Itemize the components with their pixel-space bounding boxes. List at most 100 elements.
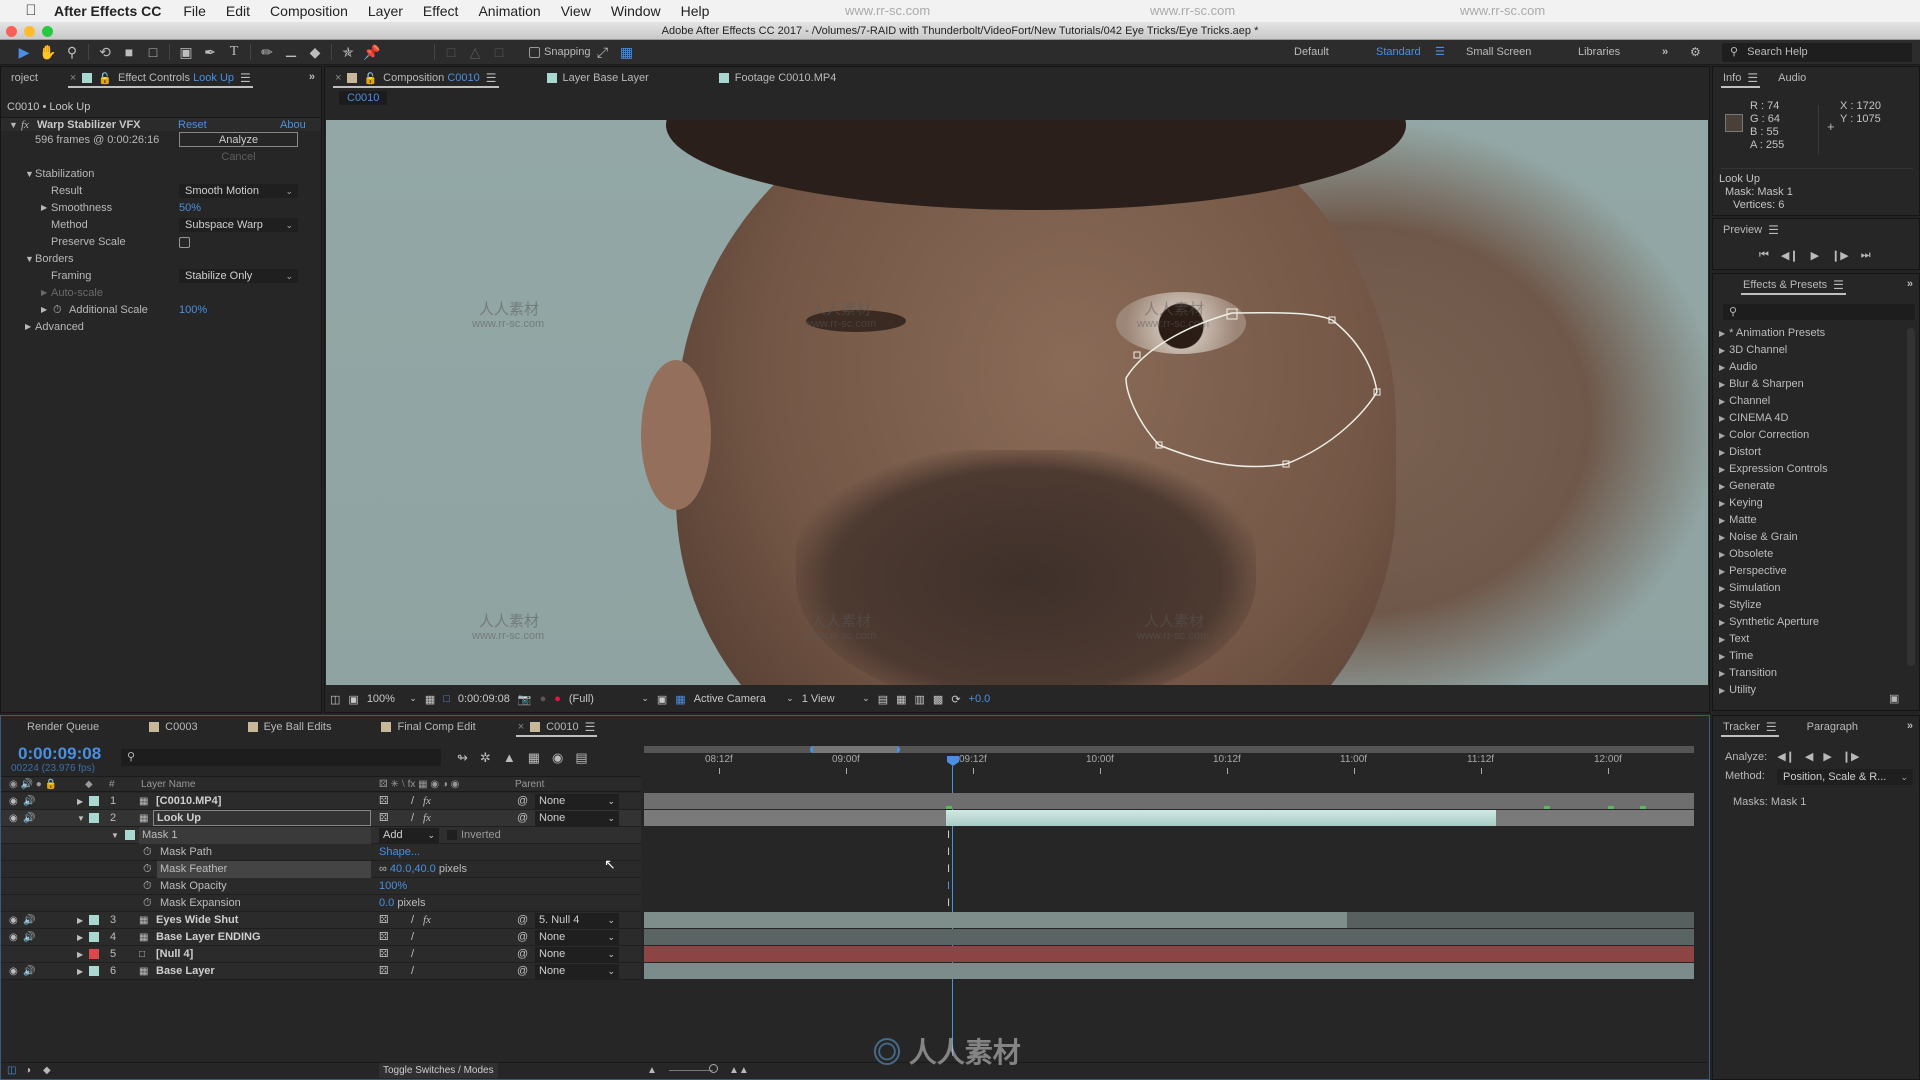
mask-color-swatch[interactable] [125, 830, 135, 840]
layer-track[interactable]: I [644, 878, 1694, 895]
expand-triangle-icon[interactable]: ▶ [1719, 618, 1725, 627]
clone-stamp-tool-icon[interactable]: ⚊ [279, 41, 303, 63]
more-workspaces-icon[interactable]: » [1662, 40, 1668, 65]
analyze-button[interactable]: Analyze [179, 132, 298, 147]
mask-property-row[interactable]: ⏱ Mask Feather ∞ 40.0,40.0 pixels [1, 861, 641, 878]
expand-triangle-icon[interactable]: ▶ [77, 793, 83, 810]
tab-effect-controls[interactable]: × 🔓 Effect Controls Look Up ☰ [60, 67, 261, 89]
tab-audio[interactable]: Audio [1768, 67, 1816, 89]
mask-feather-value[interactable]: 40.0,40.0 [390, 863, 436, 875]
transfer-controls-icon[interactable]: ◑ [25, 1063, 31, 1078]
new-folder-icon[interactable]: ▣ [1889, 692, 1899, 705]
audio-icon[interactable]: 🔊 [23, 810, 35, 827]
mask-path-value[interactable]: Shape... [379, 846, 420, 858]
layer-name[interactable]: [C0010.MP4] [153, 793, 371, 810]
expand-triangle-icon[interactable]: ▶ [1719, 346, 1725, 355]
parent-dropdown[interactable]: None ⌄ [535, 930, 619, 945]
marker[interactable] [1608, 806, 1614, 809]
borders-group[interactable]: Borders [35, 252, 74, 266]
camera-tool-icon[interactable]: ■ [117, 41, 141, 63]
keyframe-marker[interactable]: I [947, 863, 950, 875]
workspace-default[interactable]: Default [1294, 40, 1329, 65]
snap-features-icon[interactable]: ▦ [615, 41, 639, 63]
menu-edit[interactable]: Edit [226, 3, 250, 19]
label-color-swatch[interactable] [89, 932, 99, 942]
mask-path-overlay[interactable] [326, 120, 1708, 685]
layer-bar[interactable] [644, 946, 1694, 962]
mask-property-row[interactable]: ⏱ Mask Opacity 100% [1, 878, 641, 895]
fx-switch-icon[interactable]: fx [423, 793, 431, 810]
expand-triangle-icon[interactable]: ▶ [1719, 550, 1725, 559]
analyze-back-one-icon[interactable]: ◀❙ [1777, 750, 1795, 763]
layer-row[interactable]: ◉ 🔊 ▶ 4 ▦ Base Layer ENDING ⚄ / @ None ⌄ [1, 929, 641, 946]
play-icon[interactable]: ▶ [1811, 249, 1819, 262]
workspace-settings-icon[interactable]: ⚙ [1690, 40, 1701, 65]
audio-icon[interactable]: 🔊 [23, 793, 35, 810]
tab-composition[interactable]: × 🔓 Composition C0010 ☰ [325, 67, 507, 89]
panel-menu-icon[interactable]: ☰ [1747, 71, 1758, 85]
transparency-grid-icon[interactable]: ▦ [675, 693, 685, 706]
expand-triangle-icon[interactable]: ▶ [1719, 635, 1725, 644]
layer-row[interactable]: ◉ 🔊 ▼ 2 ▦ Look Up ⚄ / fx @ None ⌄ [1, 810, 641, 827]
label-color-swatch[interactable] [89, 949, 99, 959]
expand-triangle-icon[interactable]: ▶ [1719, 601, 1725, 610]
zoom-out-icon[interactable]: ▲ [647, 1063, 657, 1078]
menu-layer[interactable]: Layer [368, 3, 403, 19]
layer-track[interactable] [644, 810, 1694, 827]
parent-dropdown[interactable]: None ⌄ [535, 964, 619, 979]
expand-triangle-icon[interactable]: ▶ [1719, 329, 1725, 338]
effects-category-item[interactable]: ▶ Transition [1713, 665, 1903, 682]
expand-triangle-icon[interactable]: ▶ [1719, 533, 1725, 542]
frame-blending-icon[interactable]: ▦ [528, 750, 540, 766]
menu-file[interactable]: File [183, 3, 206, 19]
label-color-swatch[interactable] [89, 813, 99, 823]
zoom-in-icon[interactable]: ▲▲ [729, 1063, 749, 1078]
first-frame-icon[interactable]: ⏮ [1759, 249, 1769, 262]
apple-icon[interactable]:  [20, 3, 42, 19]
effects-category-item[interactable]: ▶ Utility [1713, 682, 1903, 699]
preserve-scale-checkbox[interactable] [179, 237, 190, 248]
label-color-swatch[interactable] [89, 796, 99, 806]
search-help-input[interactable]: ⚲ Search Help [1722, 43, 1912, 62]
expand-triangle-icon[interactable]: ▶ [77, 963, 83, 980]
toggle-switches-modes-button[interactable]: Toggle Switches / Modes [379, 1063, 498, 1078]
layer-track[interactable] [644, 912, 1694, 929]
shy-switch-icon[interactable]: ⚄ [379, 793, 389, 810]
workspace-menu-icon[interactable]: ☰ [1435, 40, 1445, 65]
rotation-tool-icon[interactable]: ⟲ [93, 41, 117, 63]
expand-triangle-icon[interactable]: ▶ [1719, 652, 1725, 661]
expand-triangle-icon[interactable]: ▶ [1719, 516, 1725, 525]
tab-info[interactable]: Info ☰ [1713, 67, 1768, 89]
expand-triangle-icon[interactable]: ▶ [1719, 686, 1725, 695]
layer-bar-selected[interactable] [946, 810, 1496, 826]
time-navigator-handle[interactable] [810, 746, 900, 753]
show-snapshot-icon[interactable]: ● [540, 693, 547, 705]
stopwatch-icon[interactable]: ⏱ [143, 895, 152, 912]
zoom-tool-icon[interactable]: ⚲ [60, 41, 84, 63]
layer-track[interactable]: I [644, 844, 1694, 861]
menu-composition[interactable]: Composition [270, 3, 348, 19]
tab-project[interactable]: roject [1, 67, 48, 89]
close-tab-icon[interactable]: × [335, 72, 341, 84]
expand-triangle-icon[interactable]: ▼ [9, 118, 18, 132]
pan-behind-tool-icon[interactable]: □ [141, 41, 165, 63]
parent-dropdown[interactable]: None ⌄ [535, 794, 619, 809]
advanced-group[interactable]: Advanced [35, 320, 84, 334]
shy-switch-icon[interactable]: ⚄ [379, 963, 389, 980]
reset-link[interactable]: Reset [178, 118, 207, 132]
audio-icon[interactable]: 🔊 [23, 963, 35, 980]
pick-whip-icon[interactable]: @ [517, 793, 528, 810]
inverted-checkbox[interactable] [447, 830, 457, 840]
expand-triangle-icon[interactable]: ▼ [77, 810, 85, 827]
quality-switch-icon[interactable]: / [411, 912, 414, 929]
type-tool-icon[interactable]: T [222, 41, 246, 63]
tab-preview[interactable]: Preview ☰ [1713, 219, 1789, 241]
stopwatch-icon[interactable]: ⏱ [53, 303, 62, 317]
expand-triangle-icon[interactable]: ▶ [1719, 448, 1725, 457]
expand-triangle-icon[interactable]: ▶ [77, 946, 83, 963]
effects-category-item[interactable]: ▶ Simulation [1713, 580, 1903, 597]
quality-switch-icon[interactable]: / [411, 963, 414, 980]
comp-mini-flowchart-icon[interactable]: ↬ [457, 750, 468, 766]
layer-track[interactable] [644, 793, 1694, 810]
mask-expansion-value[interactable]: 0.0 [379, 897, 394, 909]
